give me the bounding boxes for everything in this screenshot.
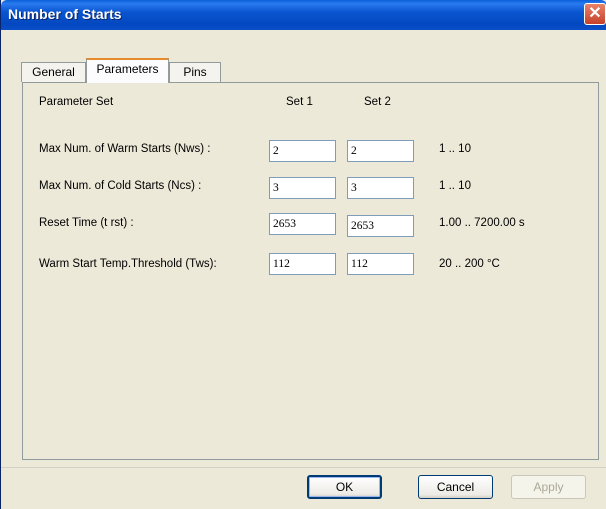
cold-starts-label: Max Num. of Cold Starts (Ncs) : <box>39 180 202 192</box>
window-title: Number of Starts <box>8 6 122 22</box>
tab-general-label: General <box>32 65 75 79</box>
warm-threshold-label: Warm Start Temp.Threshold (Tws): <box>39 258 217 270</box>
set2-header: Set 2 <box>364 96 391 108</box>
apply-button[interactable]: Apply <box>511 475 586 499</box>
reset-time-set1-field[interactable]: 2653 <box>269 213 336 235</box>
cold-starts-set2-field[interactable]: 3 <box>347 177 414 199</box>
dialog-window: Number of Starts ✕ General Parameters Pi… <box>0 0 606 509</box>
ok-button[interactable]: OK <box>307 475 382 499</box>
reset-time-set2-field[interactable]: 2653 <box>347 215 414 237</box>
warm-threshold-range: 20 .. 200 °C <box>439 258 500 270</box>
tab-parameters[interactable]: Parameters <box>86 58 169 83</box>
reset-time-range: 1.00 .. 7200.00 s <box>439 217 525 229</box>
reset-time-label: Reset Time (t rst) : <box>39 217 134 229</box>
parameter-set-header: Parameter Set <box>39 96 114 108</box>
warm-starts-set1-field[interactable]: 2 <box>269 140 336 162</box>
tab-pins[interactable]: Pins <box>169 62 221 82</box>
tab-general[interactable]: General <box>21 62 86 82</box>
warm-starts-label: Max Num. of Warm Starts (Nws) : <box>39 143 211 155</box>
cancel-button[interactable]: Cancel <box>418 475 493 499</box>
warm-threshold-set2-field[interactable]: 112 <box>347 253 414 275</box>
close-icon[interactable]: ✕ <box>584 3 606 25</box>
set1-header: Set 1 <box>286 96 313 108</box>
warm-starts-set2-field[interactable]: 2 <box>347 140 414 162</box>
tab-parameters-label: Parameters <box>96 62 159 76</box>
cold-starts-range: 1 .. 10 <box>439 180 471 192</box>
title-bar[interactable]: Number of Starts ✕ <box>1 0 606 30</box>
cold-starts-set1-field[interactable]: 3 <box>269 177 336 199</box>
button-bar-divider <box>1 467 606 468</box>
warm-starts-range: 1 .. 10 <box>439 143 471 155</box>
warm-threshold-set1-field[interactable]: 112 <box>269 253 336 275</box>
tab-pins-label: Pins <box>183 65 207 79</box>
